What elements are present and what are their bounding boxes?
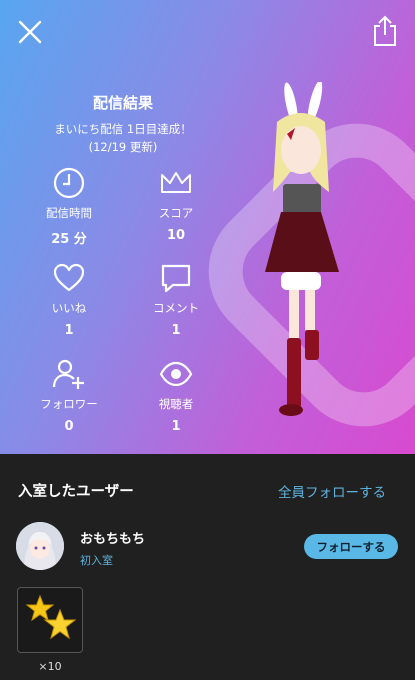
stat-value: 1: [171, 323, 181, 338]
avatar[interactable]: [16, 522, 64, 570]
stat-value: 25 分: [51, 232, 87, 247]
section-title: 入室したユーザー: [18, 484, 134, 500]
stat-value: 0: [64, 419, 74, 434]
follow-button[interactable]: フォローする: [304, 534, 398, 559]
result-hero: 配信結果 まいにち配信 1日目達成！ (12/19 更新) 配信時間 25 分 …: [0, 0, 415, 454]
stat-value: 1: [171, 419, 181, 434]
stat-followers: フォロワー 0: [24, 356, 114, 434]
share-icon: [374, 15, 396, 46]
user-status: 初入室: [80, 554, 113, 567]
stat-label: フォロワー: [40, 397, 98, 411]
updated-date: (12/19 更新): [88, 140, 158, 154]
page-title: 配信結果: [92, 94, 153, 112]
gift-item[interactable]: [17, 587, 83, 653]
close-button[interactable]: [14, 16, 46, 48]
crown-icon: [131, 165, 221, 201]
avatar-character: [265, 82, 339, 416]
comment-icon: [131, 260, 221, 296]
stat-label: いいね: [51, 301, 87, 315]
stat-score: スコア 10: [131, 165, 221, 243]
stat-value: 1: [64, 323, 74, 338]
stat-label: 視聴者: [158, 397, 194, 411]
eye-icon: [131, 356, 221, 392]
stat-viewers: 視聴者 1: [131, 356, 221, 434]
stat-value: 10: [166, 228, 186, 243]
stat-comments: コメント 1: [131, 260, 221, 338]
follow-all-button[interactable]: 全員フォローする: [278, 481, 386, 501]
close-icon: [18, 20, 42, 44]
stat-label: コメント: [153, 301, 199, 315]
heart-icon: [24, 260, 114, 296]
clock-icon: [24, 165, 114, 201]
share-button[interactable]: [370, 14, 400, 48]
stat-duration: 配信時間 25 分: [24, 165, 114, 247]
user-name[interactable]: おもちもち: [80, 528, 145, 547]
stat-likes: いいね 1: [24, 260, 114, 338]
achievement-text: まいにち配信 1日目達成！: [54, 122, 192, 136]
stat-label: 配信時間: [46, 206, 92, 220]
add-user-icon: [24, 356, 114, 392]
stat-label: スコア: [158, 206, 194, 220]
stars-icon: [25, 594, 77, 640]
gift-count: ×10: [38, 660, 62, 673]
